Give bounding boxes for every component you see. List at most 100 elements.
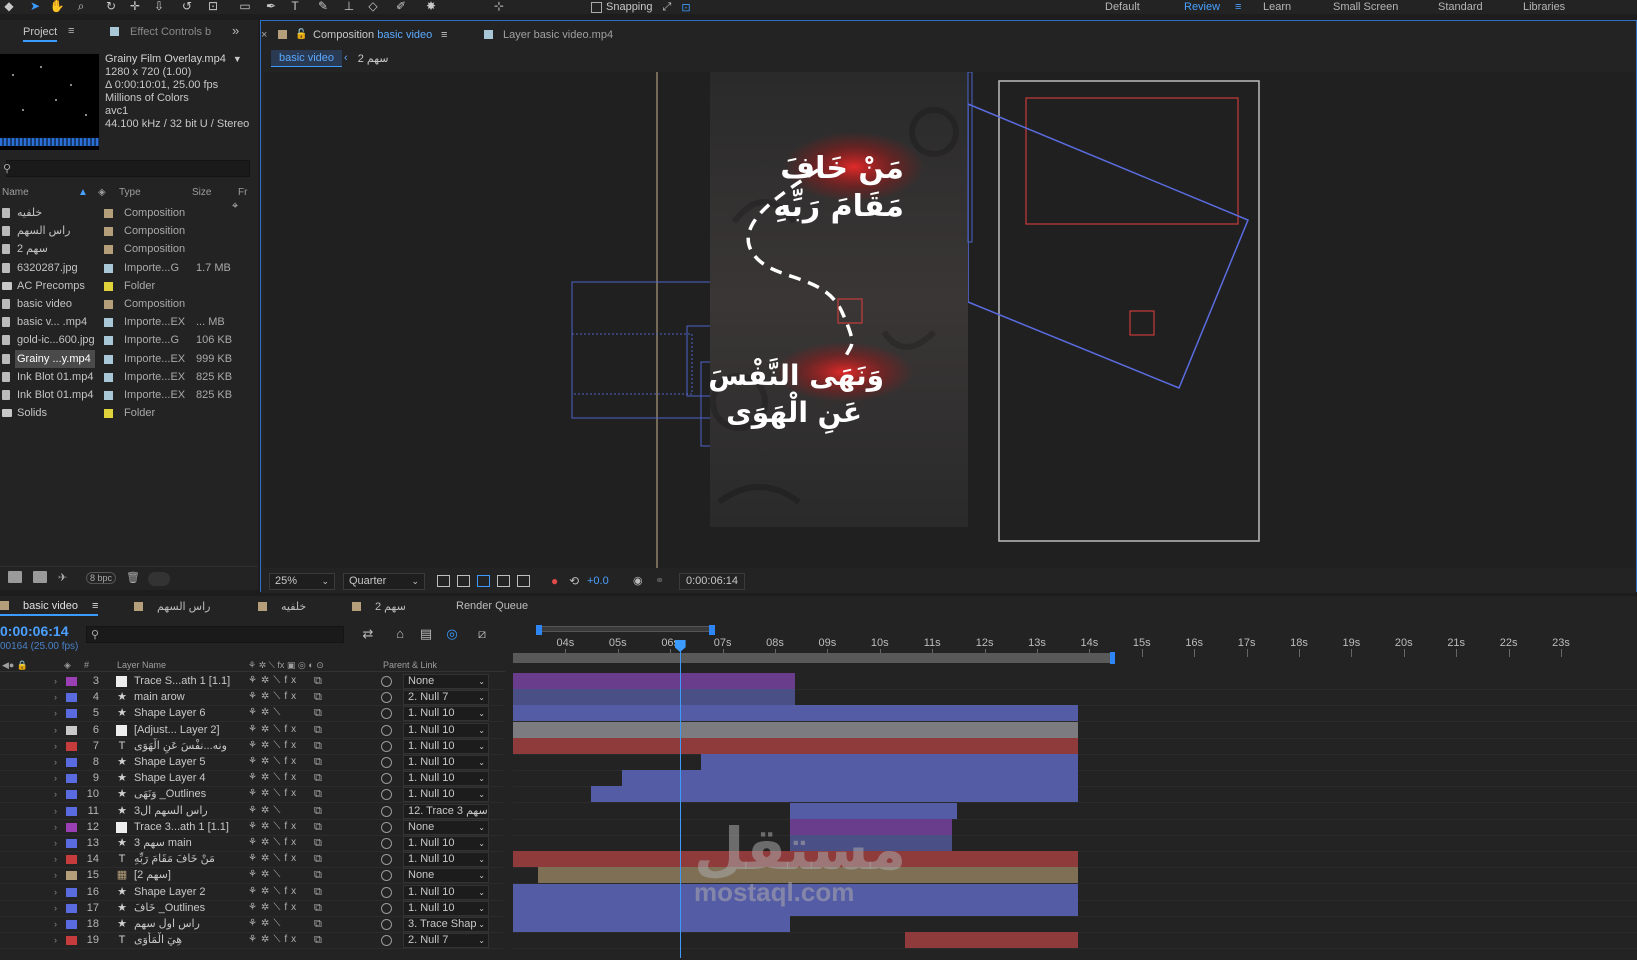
column-frame[interactable]: Fr <box>238 187 247 198</box>
project-settings-icon[interactable]: ✈ <box>58 571 72 584</box>
brush-tool-icon[interactable]: ✎ <box>314 0 332 14</box>
layer-name[interactable]: راس السهم ال3 <box>134 803 239 819</box>
snapping-toggle[interactable]: Snapping ⤢ ⊡ <box>591 0 691 14</box>
layer-name[interactable]: هِيَ الْمَأْوَى <box>134 932 239 948</box>
layer-label-swatch[interactable] <box>66 774 77 784</box>
pan-behind-icon[interactable]: ⇩ <box>150 0 168 14</box>
layer-row[interactable]: › 5 ★ Shape Layer 6 ⚘✲⟍ ⧉ 1. Null 10 ⌄ <box>0 705 505 723</box>
project-item[interactable]: سهم 2 Composition <box>0 240 240 258</box>
timeline-search-input[interactable]: ⚲ <box>86 626 344 643</box>
parent-pickwhip-icon[interactable] <box>381 773 392 785</box>
layer-name[interactable]: Shape Layer 2 <box>134 884 239 900</box>
parent-pickwhip-icon[interactable] <box>381 676 392 687</box>
tab-composition[interactable]: Composition basic video <box>313 29 432 41</box>
project-item[interactable]: Solids Folder <box>0 404 240 422</box>
layer-switches[interactable]: ⚘✲⟍fx <box>248 770 338 786</box>
motion-blur-icon[interactable]: ⧉ <box>314 803 322 819</box>
camera-orbit-icon[interactable]: ✛ <box>126 0 144 14</box>
parent-pickwhip-icon[interactable] <box>381 708 392 720</box>
tab-menu-icon[interactable]: ≡ <box>92 600 98 612</box>
parent-dropdown[interactable]: 1. Null 10 ⌄ <box>403 787 489 803</box>
layer-name[interactable]: Shape Layer 5 <box>134 754 239 770</box>
layer-duration-bar[interactable] <box>513 705 1078 722</box>
parent-dropdown[interactable]: 12. Trace 3 سهم ⌄ <box>403 803 489 819</box>
work-area-end-handle[interactable] <box>1110 652 1115 664</box>
layer-name[interactable]: Shape Layer 6 <box>134 705 239 721</box>
project-item[interactable]: Ink Blot 01.mp4 Importe...EX 825 KB <box>0 368 240 386</box>
motion-blur-icon[interactable]: ⧉ <box>314 900 322 916</box>
motion-blur-icon[interactable]: ⧉ <box>314 770 322 786</box>
parent-dropdown[interactable]: 1. Null 10 ⌄ <box>403 738 489 754</box>
pen-tool-icon[interactable]: ✒ <box>262 0 280 14</box>
motion-blur-icon[interactable]: ⧉ <box>314 705 322 721</box>
layer-duration-bar[interactable] <box>622 770 1078 787</box>
shy-layers-icon[interactable]: ▤ <box>418 626 434 642</box>
graph-editor-icon[interactable]: ⧄ <box>474 626 490 642</box>
motion-blur-icon[interactable]: ⧉ <box>314 673 322 689</box>
layer-label-swatch[interactable] <box>66 725 77 735</box>
mask-visibility-icon[interactable] <box>477 575 490 587</box>
layer-duration-bar[interactable] <box>513 899 1078 916</box>
work-area-bar[interactable] <box>513 653 1110 663</box>
snap-features-icon[interactable]: ⊡ <box>681 1 690 14</box>
column-name[interactable]: Name <box>2 187 29 198</box>
rotation-icon[interactable]: ↺ <box>178 0 196 14</box>
layer-switches[interactable]: ⚘✲⟍ <box>248 916 338 932</box>
motion-blur-icon[interactable]: ⧉ <box>314 867 322 883</box>
parent-dropdown[interactable]: 1. Null 10 ⌄ <box>403 836 489 851</box>
tab-project[interactable]: Project <box>23 26 58 42</box>
motion-blur-icon[interactable]: ⧉ <box>314 884 322 900</box>
expand-chevron-icon[interactable]: › <box>54 803 57 819</box>
layer-duration-bar[interactable] <box>700 754 1078 770</box>
snapping-checkbox[interactable] <box>591 1 602 13</box>
parent-dropdown[interactable]: None ⌄ <box>403 819 489 835</box>
layer-switches[interactable]: ⚘✲⟍fx <box>248 851 338 867</box>
tab-menu-icon[interactable]: ≡ <box>441 29 447 41</box>
guides-icon[interactable] <box>517 575 530 587</box>
layer-duration-bar[interactable] <box>513 883 1078 900</box>
layer-row[interactable]: › 18 ★ راس اول سهم ⚘✲⟍ ⧉ 3. Trace Shap ⌄ <box>0 916 505 933</box>
expand-chevron-icon[interactable]: › <box>54 819 57 835</box>
zoom-dropdown[interactable]: 25% ⌄ <box>269 573 335 590</box>
layer-switches[interactable]: ⚘✲⟍fx <box>248 738 338 754</box>
layer-label-swatch[interactable] <box>66 822 77 832</box>
reset-exposure-icon[interactable]: ⟲ <box>569 574 579 588</box>
expand-chevron-icon[interactable]: › <box>54 900 57 916</box>
expand-chevron-icon[interactable]: › <box>54 673 57 689</box>
parent-dropdown[interactable]: 1. Null 10 ⌄ <box>403 900 489 916</box>
layer-switches[interactable]: ⚘✲⟍fx <box>248 754 338 770</box>
exposure-value[interactable]: +0.0 <box>587 575 609 587</box>
navigator-start-handle[interactable] <box>536 625 542 635</box>
layer-switches[interactable]: ⚘✲⟍ <box>248 867 338 883</box>
fast-previews-icon[interactable] <box>437 575 450 587</box>
workspace-default[interactable]: Default <box>1105 0 1140 14</box>
parent-dropdown[interactable]: 2. Null 7 ⌄ <box>403 933 489 949</box>
expand-chevron-icon[interactable]: › <box>54 689 57 705</box>
parent-dropdown[interactable]: 1. Null 10 ⌄ <box>403 722 489 738</box>
layer-row[interactable]: › 3 Trace S...ath 1 [1.1] ⚘✲⟍fx ⧉ None ⌄ <box>0 673 505 690</box>
motion-blur-icon[interactable]: ⧉ <box>314 916 322 932</box>
expand-chevron-icon[interactable]: › <box>54 835 57 851</box>
anchor-icon[interactable]: ⊡ <box>204 0 222 14</box>
workspace-standard[interactable]: Standard <box>1438 0 1483 14</box>
sort-asc-icon[interactable]: ▲ <box>78 187 88 198</box>
layer-label-swatch[interactable] <box>66 758 77 767</box>
expand-chevron-icon[interactable]: › <box>54 884 57 900</box>
column-size[interactable]: Size <box>192 187 211 198</box>
layer-switches[interactable]: ⚘✲⟍fx <box>248 932 338 948</box>
snap-edges-icon[interactable]: ⤢ <box>663 1 672 14</box>
bit-depth-button[interactable]: 8 bpc <box>86 572 117 584</box>
clone-stamp-icon[interactable]: ⊥ <box>340 0 358 14</box>
motion-blur-icon[interactable]: ⧉ <box>314 932 322 948</box>
motion-blur-icon[interactable]: ⧉ <box>314 819 322 835</box>
project-item[interactable]: basic v... .mp4 Importe...EX ... MB <box>0 313 240 331</box>
label-column-icon[interactable]: ◈ <box>98 187 106 198</box>
project-item[interactable]: 6320287.jpg Importe...G 1.7 MB <box>0 259 240 277</box>
local-axis-icon[interactable]: ⊹ <box>490 0 508 14</box>
layer-row[interactable]: › 17 ★ خَافَ _Outlines ⚘✲⟍fx ⧉ 1. Null 10 ⌄ <box>0 900 505 917</box>
parent-dropdown[interactable]: 2. Null 7 ⌄ <box>403 690 489 706</box>
parent-pickwhip-icon[interactable] <box>381 740 392 752</box>
label-swatch[interactable] <box>104 354 113 364</box>
layer-label-swatch[interactable] <box>66 871 77 881</box>
layer-name[interactable]: مَنْ خَافَ مَقَامَ رَبِّهِ <box>134 851 239 867</box>
